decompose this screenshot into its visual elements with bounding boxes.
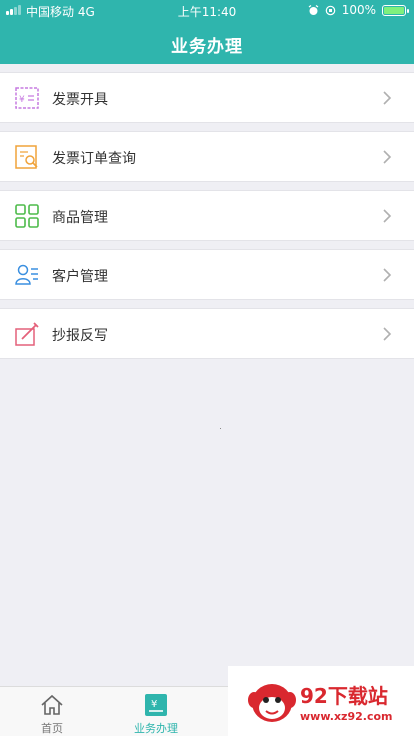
watermark: 92下载站 www.xz92.com xyxy=(228,666,414,736)
invoice-issue-icon: ¥ xyxy=(15,87,39,109)
chevron-right-icon xyxy=(383,268,392,282)
stray-pixel xyxy=(220,428,221,429)
tab-home[interactable]: 首页 xyxy=(0,687,104,736)
report-edit-icon xyxy=(15,322,39,346)
app-header: 中国移动 4G 上午11:40 100% 业务办理 xyxy=(0,0,414,64)
menu-item-label: 发票开具 xyxy=(52,92,108,108)
menu-list: ¥ 发票开具 发票订单查询 商品管理 客户管理 抄报反写 xyxy=(0,64,414,359)
status-bar: 中国移动 4G 上午11:40 100% xyxy=(0,0,414,20)
svg-text:¥: ¥ xyxy=(151,699,157,710)
svg-text:¥: ¥ xyxy=(19,95,25,105)
invoice-search-icon xyxy=(15,145,38,169)
alarm-icon xyxy=(308,4,319,15)
chevron-right-icon xyxy=(383,209,392,223)
menu-item-copy-report-writeback[interactable]: 抄报反写 xyxy=(0,308,414,359)
menu-item-goods-management[interactable]: 商品管理 xyxy=(0,190,414,241)
page-title: 业务办理 xyxy=(171,37,243,57)
menu-item-label: 商品管理 xyxy=(52,210,108,226)
battery-icon xyxy=(382,4,409,16)
menu-item-label: 抄报反写 xyxy=(52,328,108,344)
tab-label: 首页 xyxy=(41,722,63,735)
goods-grid-icon xyxy=(15,204,39,228)
menu-item-invoice-issue[interactable]: ¥ 发票开具 xyxy=(0,72,414,123)
battery-percent: 100% xyxy=(341,3,376,17)
menu-item-invoice-order-query[interactable]: 发票订单查询 xyxy=(0,131,414,182)
tab-label: 业务办理 xyxy=(134,722,178,735)
chevron-right-icon xyxy=(383,91,392,105)
monkey-logo-icon xyxy=(248,684,296,722)
chevron-right-icon xyxy=(383,327,392,341)
watermark-brand: 92下载站 xyxy=(300,684,388,708)
customer-icon xyxy=(15,264,38,285)
chevron-right-icon xyxy=(383,150,392,164)
business-icon: ¥ xyxy=(145,694,167,716)
tab-business[interactable]: ¥ 业务办理 xyxy=(104,687,208,736)
watermark-url: www.xz92.com xyxy=(300,710,393,723)
menu-item-customer-management[interactable]: 客户管理 xyxy=(0,249,414,300)
menu-item-label: 发票订单查询 xyxy=(52,151,136,167)
home-icon xyxy=(41,694,63,715)
status-right: 100% xyxy=(308,3,409,17)
orientation-lock-icon xyxy=(325,5,335,15)
menu-item-label: 客户管理 xyxy=(52,269,108,285)
